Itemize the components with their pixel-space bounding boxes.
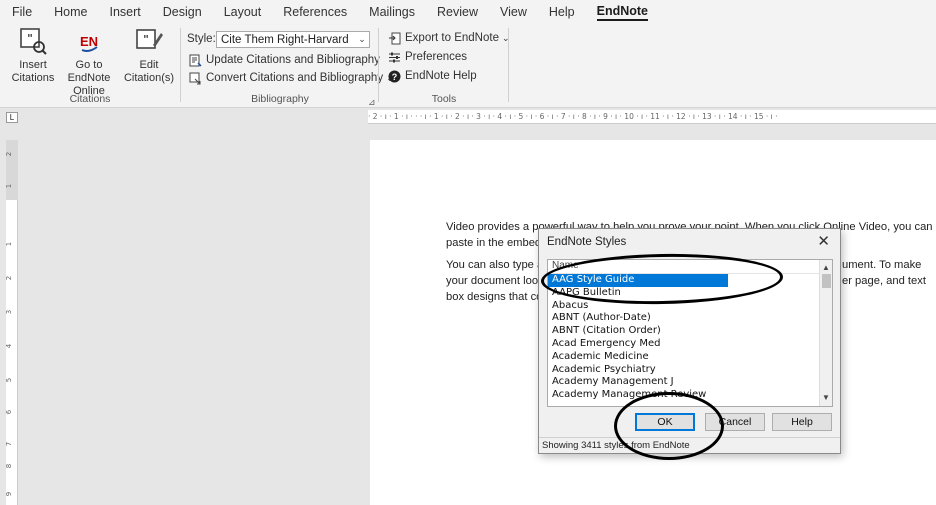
bibliography-group-label: Bibliography bbox=[251, 93, 309, 105]
insert-citations-button[interactable]: " Insert Citations bbox=[2, 26, 64, 85]
tab-references[interactable]: References bbox=[283, 3, 347, 19]
svg-text:": " bbox=[27, 32, 33, 45]
svg-text:": " bbox=[143, 33, 149, 46]
tab-layout[interactable]: Layout bbox=[224, 3, 262, 19]
ribbon-divider bbox=[378, 28, 379, 102]
list-item[interactable]: Acad Emergency Med bbox=[548, 338, 832, 351]
tab-file[interactable]: File bbox=[12, 3, 32, 19]
tab-review[interactable]: Review bbox=[437, 3, 478, 19]
convert-citations-button[interactable]: Convert Citations and Bibliography ⌄ bbox=[188, 71, 394, 85]
edit-citation-icon: " bbox=[134, 26, 164, 56]
list-header-name[interactable]: Name bbox=[548, 260, 832, 274]
horizontal-ruler[interactable]: · 2 · ı · 1 · ı · · · ı · 1 · ı · 2 · ı … bbox=[368, 110, 936, 124]
tools-group-label: Tools bbox=[431, 93, 457, 105]
tab-view[interactable]: View bbox=[500, 3, 527, 19]
export-to-endnote-button[interactable]: Export to EndNote ⌄ bbox=[387, 31, 510, 45]
endnote-logo-icon: EN bbox=[74, 26, 104, 56]
preferences-button[interactable]: Preferences bbox=[387, 50, 467, 64]
list-item[interactable]: ABNT (Author-Date) bbox=[548, 312, 832, 325]
tab-help[interactable]: Help bbox=[549, 3, 575, 19]
ruler-label: 5 bbox=[5, 377, 14, 383]
status-bar: Showing 3411 styles from EndNote bbox=[539, 437, 840, 453]
citations-group: " Insert Citations EN Go to EndNote Onli… bbox=[0, 22, 180, 108]
tab-mailings[interactable]: Mailings bbox=[369, 3, 415, 19]
update-icon bbox=[188, 53, 202, 67]
body-text-line: ument. To make bbox=[842, 259, 922, 271]
svg-text:?: ? bbox=[391, 72, 397, 82]
tab-selector[interactable]: L bbox=[6, 112, 18, 123]
edit-citations-button[interactable]: " Edit Citation(s) bbox=[118, 26, 180, 85]
list-item[interactable]: Academic Psychiatry bbox=[548, 364, 832, 377]
scroll-down-icon[interactable]: ▼ bbox=[820, 392, 832, 404]
list-item[interactable]: AAPG Bulletin bbox=[548, 287, 832, 300]
ribbon: " Insert Citations EN Go to EndNote Onli… bbox=[0, 22, 936, 108]
list-item[interactable]: Academy Management Review bbox=[548, 389, 832, 402]
style-select[interactable]: Cite Them Right-Harvard ⌄ bbox=[216, 31, 370, 48]
ribbon-divider bbox=[180, 28, 181, 102]
list-item[interactable]: AAG Style Guide bbox=[548, 274, 728, 287]
scroll-up-icon[interactable]: ▲ bbox=[820, 262, 832, 274]
ruler-label: 3 bbox=[5, 309, 14, 315]
cancel-button[interactable]: Cancel bbox=[705, 413, 765, 431]
ruler-label: 8 bbox=[5, 463, 14, 469]
ruler-margin bbox=[0, 110, 368, 124]
list-scrollbar[interactable]: ▲ ▼ bbox=[819, 260, 832, 406]
export-icon bbox=[387, 31, 401, 45]
list-item[interactable]: Academy Management J bbox=[548, 376, 832, 389]
style-select-value: Cite Them Right-Harvard bbox=[221, 33, 349, 46]
update-citations-button[interactable]: Update Citations and Bibliography bbox=[188, 53, 380, 67]
go-to-endnote-online-button[interactable]: EN Go to EndNote Online bbox=[58, 26, 120, 98]
help-icon: ? bbox=[387, 69, 401, 83]
endnote-styles-dialog: EndNote Styles ✕ Name AAG Style Guide AA… bbox=[538, 228, 841, 454]
convert-icon bbox=[188, 71, 202, 85]
scroll-thumb[interactable] bbox=[822, 274, 831, 288]
preferences-icon bbox=[387, 50, 401, 64]
citations-group-label: Citations bbox=[69, 93, 111, 105]
ruler-label: 7 bbox=[5, 441, 14, 447]
tab-insert[interactable]: Insert bbox=[110, 3, 141, 19]
tab-design[interactable]: Design bbox=[163, 3, 202, 19]
tab-endnote[interactable]: EndNote bbox=[596, 2, 648, 21]
endnote-help-button[interactable]: ? EndNote Help bbox=[387, 69, 477, 83]
close-icon[interactable]: ✕ bbox=[817, 232, 830, 250]
ok-button[interactable]: OK bbox=[635, 413, 695, 431]
dialog-title: EndNote Styles bbox=[547, 236, 627, 248]
list-item[interactable]: Abacus bbox=[548, 300, 832, 313]
help-button[interactable]: Help bbox=[772, 413, 832, 431]
dialog-launcher-icon[interactable]: ⊿ bbox=[368, 97, 376, 108]
ribbon-divider bbox=[508, 28, 509, 102]
insert-citation-icon: " bbox=[18, 26, 48, 56]
ruler-label: 1 bbox=[5, 183, 14, 189]
ruler-label: 9 bbox=[5, 491, 14, 497]
style-label: Style: bbox=[187, 33, 216, 45]
styles-list[interactable]: Name AAG Style Guide AAPG Bulletin Abacu… bbox=[547, 259, 833, 407]
chevron-down-icon: ⌄ bbox=[358, 34, 366, 44]
ruler-label: 2 bbox=[5, 275, 14, 281]
body-text-line: er page, and text bbox=[842, 275, 926, 287]
ribbon-tab-bar: File Home Insert Design Layout Reference… bbox=[0, 0, 936, 22]
tab-home[interactable]: Home bbox=[54, 3, 87, 19]
list-item[interactable]: ABNT (Citation Order) bbox=[548, 325, 832, 338]
ruler-label: 1 bbox=[5, 241, 14, 247]
ruler-margin-shade bbox=[6, 140, 18, 200]
ruler-label: 2 bbox=[5, 151, 14, 157]
endnote-logo-text: EN bbox=[80, 34, 98, 49]
ruler-label: 6 bbox=[5, 409, 14, 415]
ruler-label: 4 bbox=[5, 343, 14, 349]
vertical-ruler[interactable]: 2 1 1 2 3 4 5 6 7 8 9 bbox=[5, 140, 18, 505]
list-item[interactable]: Academic Medicine bbox=[548, 351, 832, 364]
